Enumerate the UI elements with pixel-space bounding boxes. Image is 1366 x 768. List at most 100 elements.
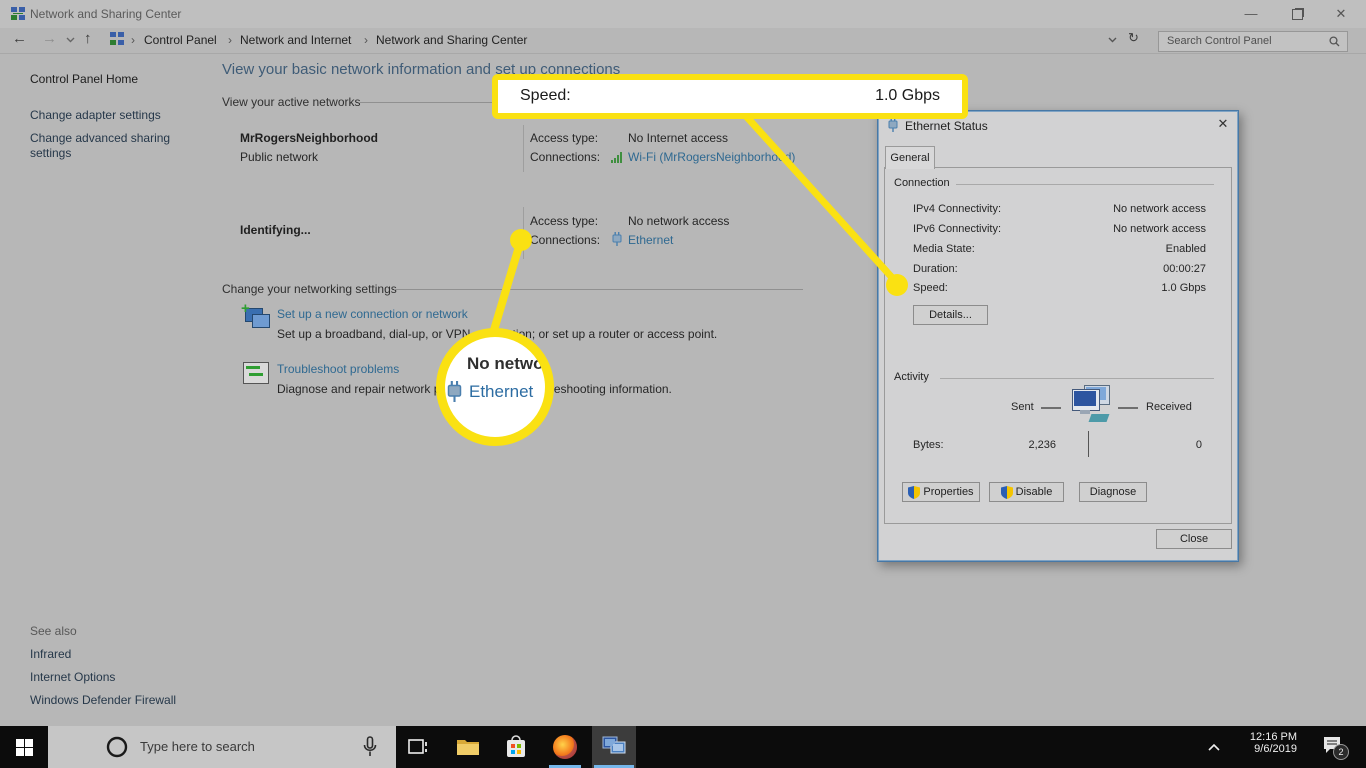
access-type-value: No network access (628, 214, 729, 228)
close-button[interactable]: ✕ (1326, 5, 1356, 23)
active-networks-header: View your active networks (222, 95, 361, 109)
sidebar-item-change-adapter-settings[interactable]: Change adapter settings (30, 108, 161, 122)
microphone-icon[interactable] (362, 736, 378, 758)
troubleshoot-icon (243, 362, 271, 386)
restore-button[interactable] (1282, 5, 1312, 23)
properties-button[interactable]: Properties (902, 482, 980, 502)
start-button[interactable] (2, 726, 46, 768)
chevron-up-icon (1208, 744, 1220, 751)
breadcrumb-network-sharing[interactable]: Network and Sharing Center (376, 33, 527, 47)
firefox-button[interactable] (543, 726, 587, 768)
received-label: Received (1146, 401, 1192, 413)
media-state-label: Media State: (913, 243, 975, 255)
active-app-button[interactable] (592, 726, 636, 768)
windows-logo-icon (16, 739, 33, 756)
connections-label: Connections: (530, 150, 600, 164)
search-placeholder: Search Control Panel (1167, 35, 1272, 47)
search-icon[interactable] (1329, 36, 1340, 47)
breadcrumb-separator: › (131, 33, 135, 47)
up-button[interactable]: ↑ (84, 30, 92, 47)
network-app-icon (11, 7, 26, 22)
recent-pages-chevron-icon[interactable] (66, 37, 75, 43)
divider (940, 378, 1214, 379)
taskbar-search-placeholder: Type here to search (140, 739, 255, 754)
network-name: Identifying... (240, 223, 311, 237)
breadcrumb-network-internet[interactable]: Network and Internet (240, 33, 351, 47)
cortana-icon[interactable] (106, 736, 128, 758)
divider (1088, 431, 1089, 457)
wifi-connection-link[interactable]: Wi-Fi (MrRogersNeighborhood) (628, 150, 795, 164)
taskbar-search-input[interactable]: Type here to search (48, 726, 396, 768)
breadcrumb-control-panel[interactable]: Control Panel (144, 33, 217, 47)
task-view-button[interactable] (396, 726, 440, 768)
sidebar-item-infrared[interactable]: Infrared (30, 647, 71, 661)
file-explorer-button[interactable] (446, 726, 490, 768)
connections-label: Connections: (530, 233, 600, 247)
troubleshoot-link[interactable]: Troubleshoot problems (277, 362, 399, 376)
tray-expand-button[interactable] (1192, 726, 1236, 768)
setup-connection-link[interactable]: Set up a new connection or network (277, 307, 468, 321)
breadcrumb-network-icon (110, 32, 125, 47)
disable-button[interactable]: Disable (989, 482, 1064, 502)
address-dropdown-chevron-icon[interactable] (1108, 37, 1117, 43)
minimize-button[interactable]: — (1236, 5, 1266, 23)
sidebar-item-change-advanced-sharing[interactable]: Change advanced sharing settings (30, 131, 190, 161)
taskbar-clock[interactable]: 12:16 PM 9/6/2019 (1237, 731, 1297, 755)
divider (1118, 407, 1138, 409)
diagnose-button-label: Diagnose (1090, 486, 1136, 498)
back-button[interactable]: ← (12, 30, 27, 47)
wifi-signal-icon (611, 152, 624, 163)
tab-panel (884, 167, 1232, 524)
file-explorer-icon (456, 737, 480, 757)
network-window-icon (602, 736, 626, 758)
divider (956, 184, 1214, 185)
sidebar-item-windows-defender-firewall[interactable]: Windows Defender Firewall (30, 693, 176, 707)
dialog-title: Ethernet Status (905, 119, 988, 133)
microsoft-store-icon (505, 735, 527, 759)
connection-group-label: Connection (894, 177, 950, 189)
callout-dot-connections (510, 229, 532, 251)
breadcrumb-separator: › (364, 33, 368, 47)
setup-connection-icon: + (243, 306, 271, 332)
speed-label: Speed: (913, 282, 948, 294)
taskbar: Type here to search 12:16 PM 9/6/2019 2 (0, 726, 1366, 768)
ipv4-value: No network access (1056, 203, 1206, 215)
ethernet-status-dialog: Ethernet Status ✕ General Connection IPv… (877, 110, 1239, 562)
ipv6-value: No network access (1056, 223, 1206, 235)
details-button[interactable]: Details... (913, 305, 988, 325)
bytes-received-value: 0 (1138, 439, 1202, 451)
search-control-panel-input[interactable]: Search Control Panel (1158, 31, 1348, 52)
forward-button: → (42, 30, 57, 47)
callout-speed-label: Speed: (520, 87, 571, 105)
window-titlebar: Network and Sharing Center — ✕ (0, 0, 1366, 28)
computer-activity-icon (1066, 383, 1114, 427)
sidebar-item-control-panel-home[interactable]: Control Panel Home (30, 72, 138, 86)
dialog-close-button[interactable]: ✕ (1212, 116, 1234, 134)
refresh-icon[interactable]: ↻ (1128, 30, 1139, 46)
ethernet-connection-link[interactable]: Ethernet (628, 233, 673, 247)
bytes-label: Bytes: (913, 439, 944, 451)
microsoft-store-button[interactable] (494, 726, 538, 768)
callout-no-network-text: No netwo. (467, 354, 548, 374)
duration-value: 00:00:27 (1056, 263, 1206, 275)
speed-callout-box: Speed: 1.0 Gbps (492, 74, 968, 119)
activity-group-label: Activity (894, 371, 929, 383)
divider (1041, 407, 1061, 409)
clock-time: 12:16 PM (1237, 731, 1297, 743)
diagnose-button[interactable]: Diagnose (1079, 482, 1147, 502)
window-title: Network and Sharing Center (30, 7, 181, 21)
sent-label: Sent (1011, 401, 1034, 413)
action-center-button[interactable]: 2 (1322, 735, 1348, 759)
tab-general[interactable]: General (885, 146, 935, 169)
task-view-icon (408, 738, 428, 756)
sidebar-item-internet-options[interactable]: Internet Options (30, 670, 115, 684)
close-dialog-button[interactable]: Close (1156, 529, 1232, 549)
uac-shield-icon (908, 486, 920, 499)
ipv6-label: IPv6 Connectivity: (913, 223, 1001, 235)
networking-settings-header: Change your networking settings (222, 282, 397, 296)
notification-badge: 2 (1333, 744, 1349, 760)
callout-speed-value: 1.0 Gbps (875, 87, 940, 105)
divider (523, 207, 524, 259)
address-toolbar: ← → ↑ › Control Panel › Network and Inte… (0, 28, 1366, 54)
firefox-icon (553, 735, 577, 759)
